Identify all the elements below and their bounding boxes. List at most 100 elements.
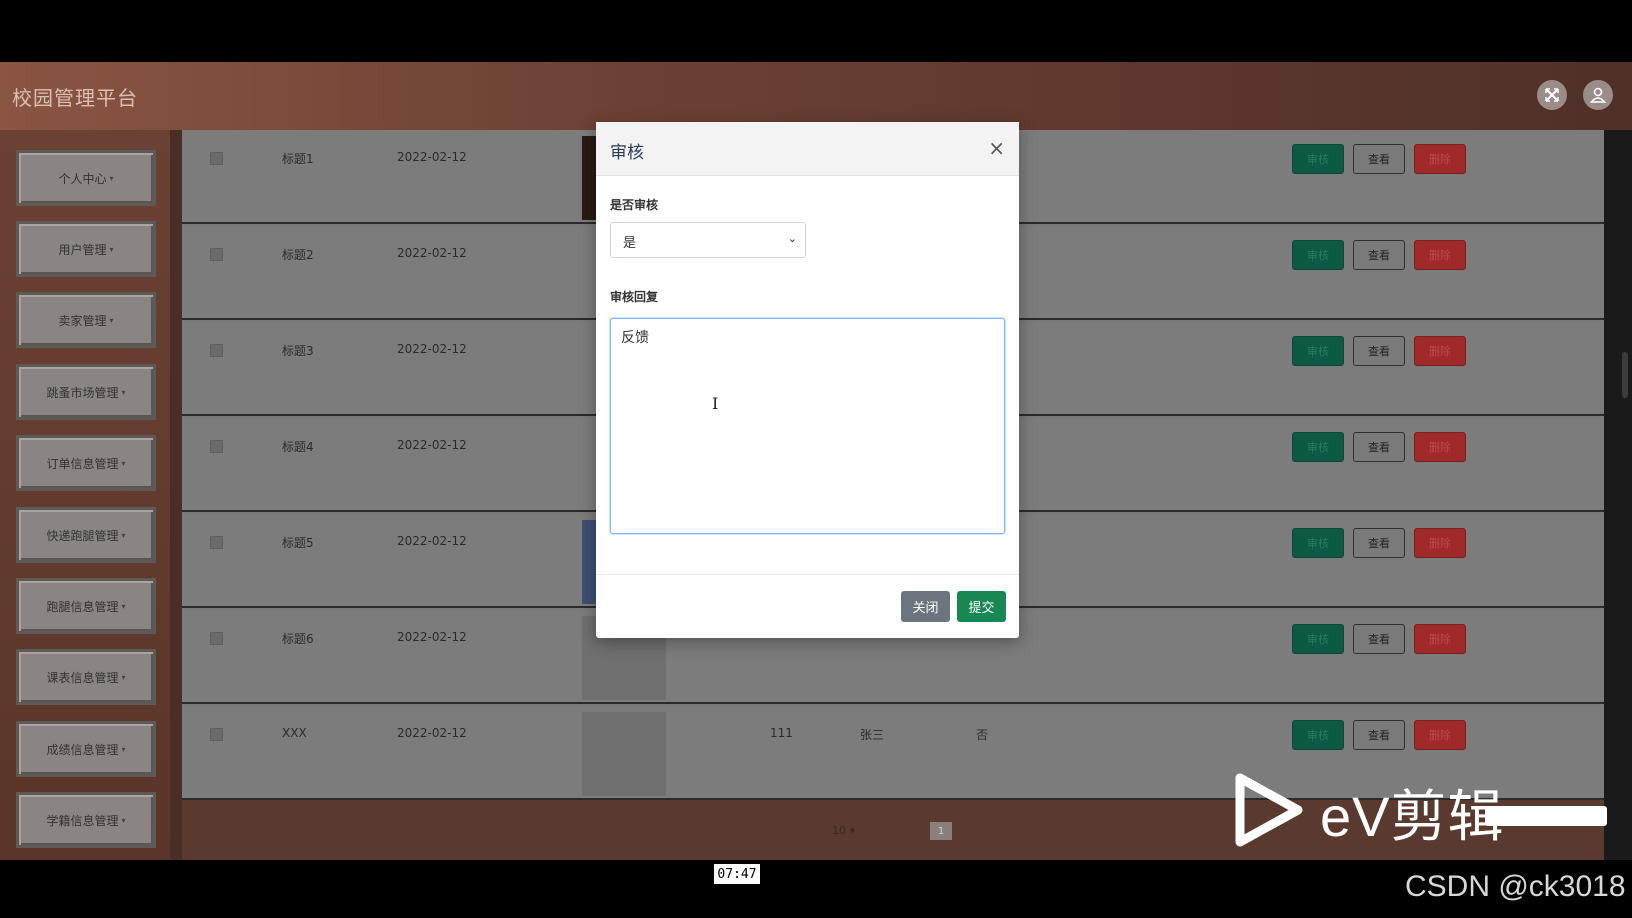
audit-button[interactable]: 审核	[1292, 336, 1344, 366]
modal-footer: 关闭 提交	[596, 574, 1019, 638]
scrollbar-thumb[interactable]	[1622, 352, 1628, 398]
caret-down-icon: ▾	[109, 315, 114, 325]
view-button[interactable]: 查看	[1353, 528, 1405, 558]
page-size-select[interactable]: 10 ▾	[832, 824, 855, 837]
delete-button[interactable]: 删除	[1414, 432, 1466, 462]
sidebar: 个人中心 ▾ 用户管理 ▾ 卖家管理 ▾ 跳蚤市场管理 ▾ 订单信息管理 ▾ 快递跑腿管理…	[0, 130, 170, 860]
reply-label: 审核回复	[610, 290, 659, 304]
sidebar-item-label: 课表信息管理	[46, 670, 119, 685]
sidebar-item-personal-center[interactable]: 个人中心 ▾	[16, 150, 156, 206]
caret-down-icon: ▾	[121, 387, 126, 397]
sidebar-item-label: 订单信息管理	[46, 456, 119, 471]
caret-down-icon: ▾	[121, 815, 126, 825]
sidebar-item-flea-market[interactable]: 跳蚤市场管理 ▾	[16, 364, 156, 420]
row-checkbox[interactable]	[210, 440, 223, 453]
row-title: 标题3	[282, 344, 314, 358]
sidebar-item-label: 跳蚤市场管理	[46, 385, 119, 400]
delete-button[interactable]: 删除	[1414, 720, 1466, 750]
delete-button[interactable]: 删除	[1414, 144, 1466, 174]
row-checkbox[interactable]	[210, 728, 223, 741]
view-button[interactable]: 查看	[1353, 624, 1405, 654]
sidebar-item-express-errand[interactable]: 快递跑腿管理 ▾	[16, 507, 156, 563]
sidebar-item-grades[interactable]: 成绩信息管理 ▾	[16, 721, 156, 777]
audit-modal: 审核 × 是否审核 是 ⌄ 审核回复 反馈 I 关闭 提交	[596, 122, 1019, 638]
page-size-value: 10	[832, 824, 846, 837]
video-timestamp: 07:47	[714, 864, 760, 884]
watermark: CSDN @ck3018	[1405, 870, 1626, 903]
caret-down-icon: ▾	[121, 458, 126, 468]
audit-button[interactable]: 审核	[1292, 432, 1344, 462]
caret-down-icon: ▾	[121, 672, 126, 682]
row-cell: 张三	[860, 728, 885, 742]
reply-textarea[interactable]: 反馈	[610, 318, 1005, 534]
row-date: 2022-02-12	[397, 342, 467, 356]
modal-header: 审核 ×	[596, 122, 1019, 176]
sidebar-item-user-management[interactable]: 用户管理 ▾	[16, 221, 156, 277]
caret-down-icon: ▾	[121, 601, 126, 611]
submit-button[interactable]: 提交	[957, 591, 1006, 622]
sidebar-item-label: 快递跑腿管理	[46, 528, 119, 543]
chevron-down-icon: ⌄	[787, 232, 797, 245]
sidebar-item-label: 卖家管理	[58, 313, 107, 328]
sidebar-item-label: 跑腿信息管理	[46, 599, 119, 614]
view-button[interactable]: 查看	[1353, 240, 1405, 270]
row-date: 2022-02-12	[397, 438, 467, 452]
audit-button[interactable]: 审核	[1292, 144, 1344, 174]
app-header: 校园管理平台	[0, 62, 1632, 130]
caret-down-icon: ▾	[121, 744, 126, 754]
approve-select-value: 是	[623, 236, 637, 251]
sidebar-item-student-status[interactable]: 学籍信息管理 ▾	[16, 792, 156, 848]
fullscreen-icon[interactable]	[1537, 80, 1567, 110]
audit-button[interactable]: 审核	[1292, 720, 1344, 750]
sidebar-item-label: 个人中心	[58, 171, 107, 186]
brand-text: eV剪辑	[1320, 785, 1505, 848]
input-toolbar	[1485, 806, 1607, 826]
row-cell: 否	[976, 728, 989, 742]
app-title: 校园管理平台	[12, 86, 138, 110]
sidebar-item-seller-management[interactable]: 卖家管理 ▾	[16, 292, 156, 348]
row-title: 标题5	[282, 536, 314, 550]
row-date: 2022-02-12	[397, 246, 467, 260]
row-date: 2022-02-12	[397, 534, 467, 548]
audit-button[interactable]: 审核	[1292, 528, 1344, 558]
scrollbar[interactable]	[1604, 130, 1632, 860]
sidebar-item-label: 用户管理	[58, 242, 107, 257]
view-button[interactable]: 查看	[1353, 720, 1405, 750]
caret-down-icon: ▾	[121, 530, 126, 540]
row-title: 标题6	[282, 632, 314, 646]
sidebar-item-timetable[interactable]: 课表信息管理 ▾	[16, 649, 156, 705]
audit-button[interactable]: 审核	[1292, 240, 1344, 270]
audit-button[interactable]: 审核	[1292, 624, 1344, 654]
delete-button[interactable]: 删除	[1414, 336, 1466, 366]
delete-button[interactable]: 删除	[1414, 624, 1466, 654]
view-button[interactable]: 查看	[1353, 432, 1405, 462]
row-date: 2022-02-12	[397, 150, 467, 164]
row-checkbox[interactable]	[210, 344, 223, 357]
delete-button[interactable]: 删除	[1414, 528, 1466, 558]
close-icon[interactable]: ×	[988, 136, 1005, 160]
caret-down-icon: ▾	[109, 244, 114, 254]
row-title: 标题4	[282, 440, 314, 454]
delete-button[interactable]: 删除	[1414, 240, 1466, 270]
row-date: 2022-02-12	[397, 630, 467, 644]
page-button[interactable]: 1	[930, 822, 952, 840]
user-icon[interactable]	[1583, 80, 1613, 110]
view-button[interactable]: 查看	[1353, 144, 1405, 174]
sidebar-item-label: 成绩信息管理	[46, 742, 119, 757]
row-checkbox[interactable]	[210, 536, 223, 549]
text-cursor-icon: I	[712, 394, 719, 413]
row-checkbox[interactable]	[210, 632, 223, 645]
view-button[interactable]: 查看	[1353, 336, 1405, 366]
row-cell: 111	[770, 726, 793, 740]
row-date: 2022-02-12	[397, 726, 467, 740]
modal-title: 审核	[610, 143, 644, 163]
close-button[interactable]: 关闭	[901, 591, 950, 622]
sidebar-item-errand-info[interactable]: 跑腿信息管理 ▾	[16, 578, 156, 634]
row-title: 标题1	[282, 152, 314, 166]
row-checkbox[interactable]	[210, 248, 223, 261]
approve-select[interactable]: 是 ⌄	[610, 222, 806, 258]
sidebar-item-orders[interactable]: 订单信息管理 ▾	[16, 435, 156, 491]
row-checkbox[interactable]	[210, 152, 223, 165]
sidebar-item-label: 学籍信息管理	[46, 813, 119, 828]
approve-label: 是否审核	[610, 198, 659, 212]
